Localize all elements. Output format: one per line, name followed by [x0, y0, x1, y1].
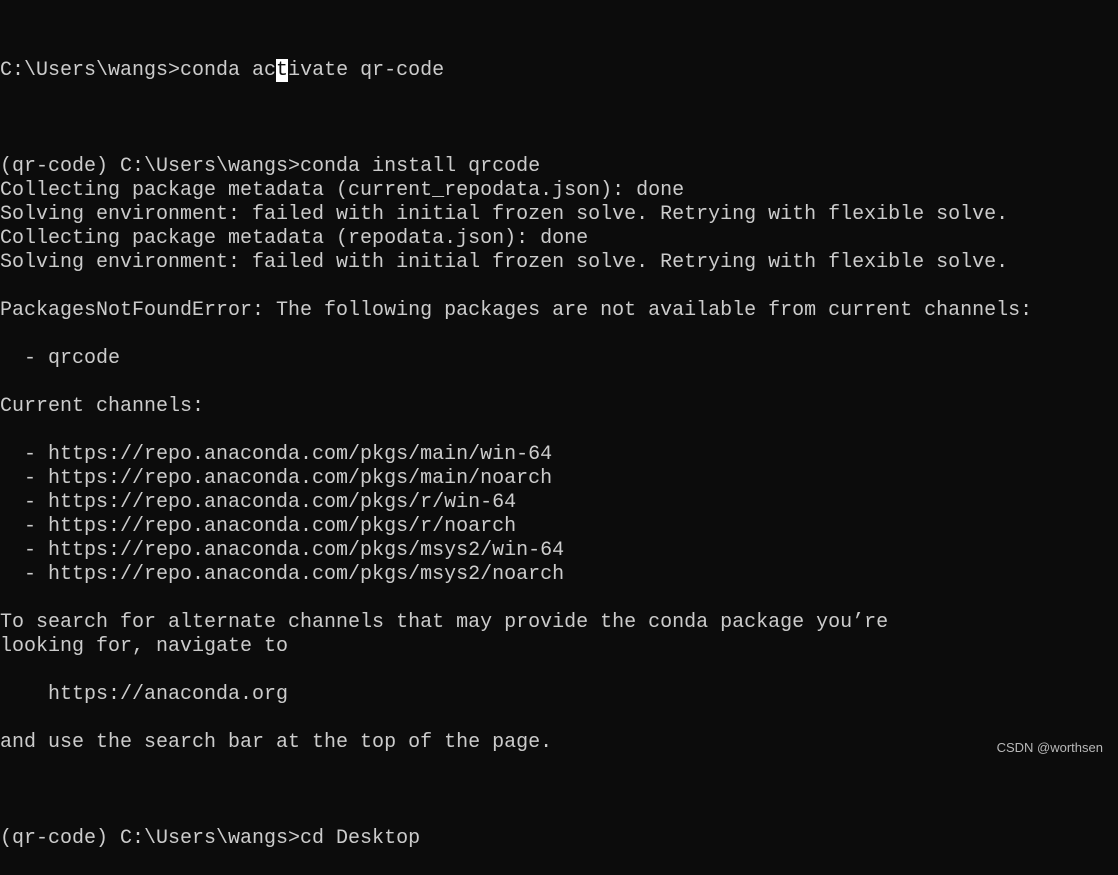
terminal-line: (qr-code) C:\Users\wangs>cd Desktop [0, 827, 421, 850]
terminal-line: - qrcode [0, 347, 121, 370]
watermark: CSDN @worthsen [996, 740, 1103, 755]
terminal-line: - https://repo.anaconda.com/pkgs/msys2/n… [0, 563, 565, 586]
text-cursor: t [276, 59, 289, 82]
terminal-line: - https://repo.anaconda.com/pkgs/msys2/w… [0, 539, 565, 562]
terminal-line: - https://repo.anaconda.com/pkgs/r/noarc… [0, 515, 517, 538]
command-text: ivate qr-code [288, 59, 445, 82]
terminal-line: - https://repo.anaconda.com/pkgs/r/win-6… [0, 491, 517, 514]
terminal-line: Collecting package metadata (current_rep… [0, 179, 685, 202]
terminal-output[interactable]: C:\Users\wangs>conda activate qr-code (q… [0, 11, 1032, 875]
terminal-line: C:\Users\wangs>conda activate qr-code [0, 59, 1032, 83]
terminal-line: To search for alternate channels that ma… [0, 611, 889, 634]
terminal-line: Solving environment: failed with initial… [0, 251, 1009, 274]
terminal-line: PackagesNotFoundError: The following pac… [0, 299, 1033, 322]
terminal-line: Current channels: [0, 395, 205, 418]
terminal-line: Solving environment: failed with initial… [0, 203, 1009, 226]
command-text: C:\Users\wangs>conda ac [0, 59, 277, 82]
terminal-line: - https://repo.anaconda.com/pkgs/main/wi… [0, 443, 553, 466]
terminal-line: https://anaconda.org [0, 683, 289, 706]
terminal-line: Collecting package metadata (repodata.js… [0, 227, 589, 250]
terminal-line: looking for, navigate to [0, 635, 289, 658]
terminal-line: (qr-code) C:\Users\wangs>conda install q… [0, 155, 541, 178]
terminal-line: - https://repo.anaconda.com/pkgs/main/no… [0, 467, 553, 490]
terminal-line: and use the search bar at the top of the… [0, 731, 553, 754]
